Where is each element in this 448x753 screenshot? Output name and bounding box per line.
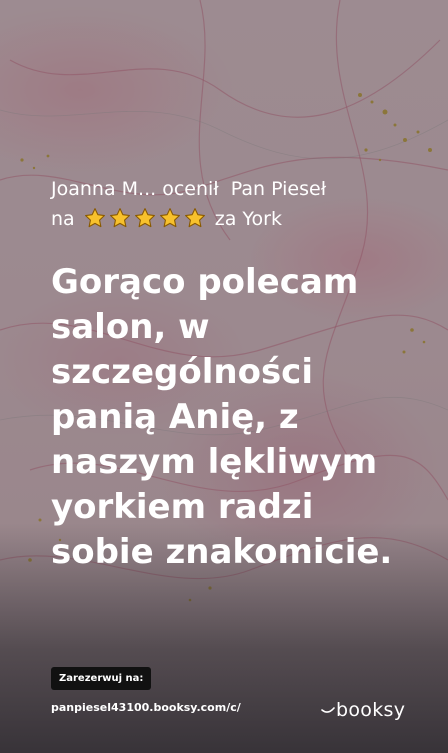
- star-rating: [84, 207, 206, 229]
- star-icon: [84, 207, 106, 229]
- review-meta-line-1: Joanna M... ocenił Pan Pieseł: [51, 174, 431, 204]
- booksy-smile-icon: [320, 704, 336, 716]
- review-meta-line-2: na za York: [51, 204, 431, 234]
- star-icon: [159, 207, 181, 229]
- review-verb: ocenił: [162, 178, 219, 200]
- brand-name: booksy: [336, 699, 406, 721]
- business-name: Pan Pieseł: [230, 178, 327, 200]
- review-quote: Gorąco polecam salon, w szczególności pa…: [51, 262, 393, 572]
- star-icon: [184, 207, 206, 229]
- booksy-logo: booksy: [320, 699, 405, 721]
- review-author: Joanna M...: [51, 178, 157, 200]
- rating-suffix: za York: [214, 208, 282, 230]
- star-icon: [134, 207, 156, 229]
- review-header: Joanna M... ocenił Pan Pieseł na za York: [51, 174, 431, 234]
- rating-prefix: na: [51, 208, 75, 230]
- review-card: Joanna M... ocenił Pan Pieseł na za York…: [0, 0, 448, 753]
- booking-url[interactable]: panpiesel43100.booksy.com/c/: [51, 701, 241, 714]
- star-icon: [109, 207, 131, 229]
- book-cta-badge: Zarezerwuj na:: [51, 667, 152, 690]
